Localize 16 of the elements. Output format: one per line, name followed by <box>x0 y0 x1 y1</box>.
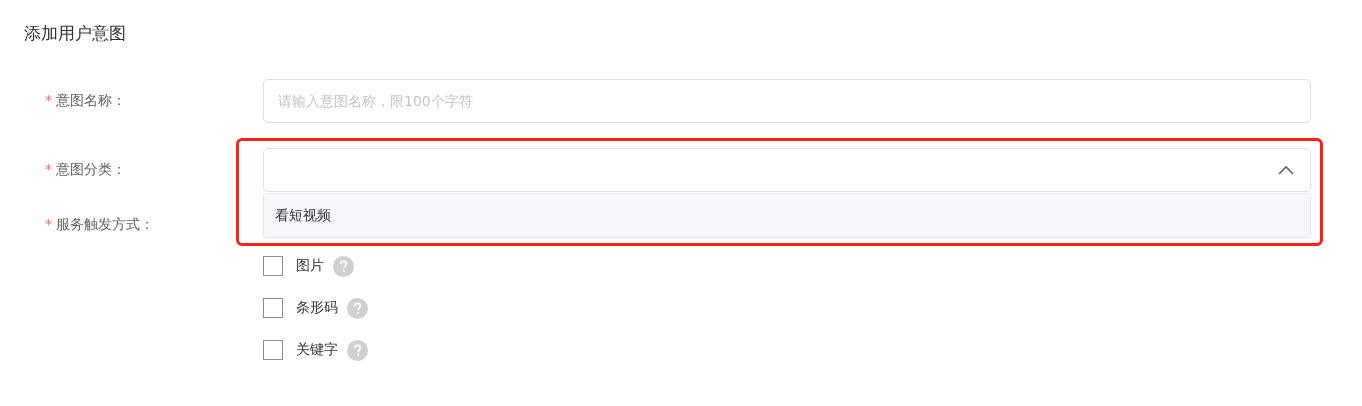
help-icon[interactable] <box>347 339 368 361</box>
field-label: * 意图名称： <box>45 92 126 110</box>
checkbox[interactable] <box>263 298 283 318</box>
checkbox[interactable] <box>263 256 283 276</box>
select-field[interactable] <box>263 148 1311 192</box>
page-title: 添加用户意图 <box>24 22 127 44</box>
dropdown-option[interactable]: 看短视频 <box>264 194 1310 237</box>
checkbox[interactable] <box>263 340 283 360</box>
help-icon[interactable] <box>347 297 368 319</box>
checkbox-label: 条形码 <box>296 299 338 317</box>
input-field[interactable]: 请输入意图名称，限100个字符 <box>263 79 1311 123</box>
checkbox-label: 关键字 <box>296 341 338 359</box>
field-label: * 意图分类： <box>45 161 126 179</box>
field-label: * 服务触发方式： <box>45 216 154 234</box>
checkbox-label: 图片 <box>296 257 324 275</box>
help-icon[interactable] <box>333 255 354 277</box>
